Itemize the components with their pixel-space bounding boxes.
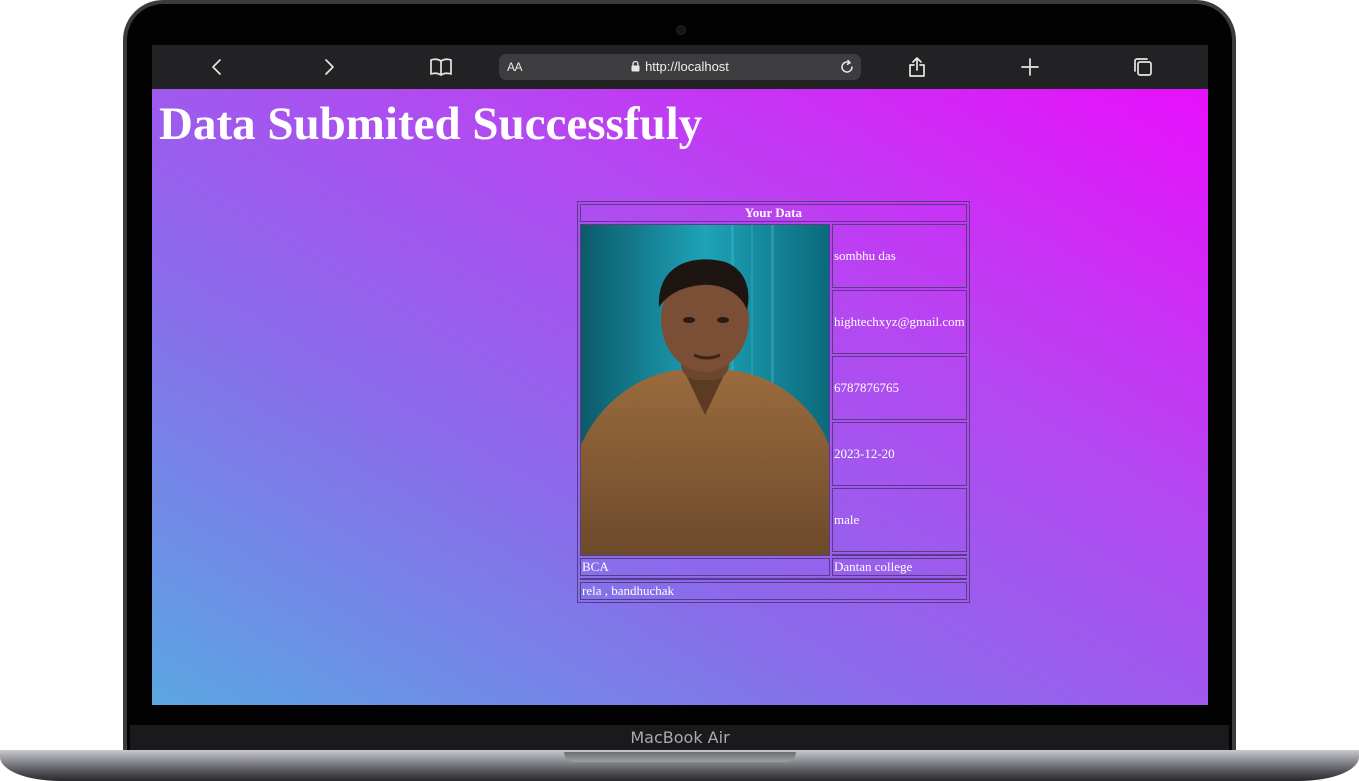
bookmarks-button[interactable] — [419, 45, 463, 89]
table-caption: Your Data — [580, 204, 967, 222]
browser-toolbar: AA http://localhost — [152, 45, 1208, 89]
gender-value: male — [832, 487, 967, 552]
brand-label: MacBook Air — [630, 728, 730, 747]
page-content: Data Submited Successfuly Your Data somb… — [152, 89, 1208, 705]
user-data-table: Your Data sombhu das hightechxyz@gmail.c… — [577, 201, 970, 603]
url-display[interactable]: http://localhost — [499, 59, 861, 74]
tabs-icon — [1134, 58, 1152, 76]
lock-icon — [631, 61, 640, 72]
date-value: 2023-12-20 — [832, 421, 967, 486]
bookmarks-icon — [430, 58, 452, 76]
tabs-overview-button[interactable] — [1121, 45, 1165, 89]
forward-icon — [325, 59, 334, 75]
back-button[interactable] — [195, 45, 239, 89]
url-text: http://localhost — [645, 59, 729, 74]
email-value: hightechxyz@gmail.com — [832, 289, 967, 354]
profile-photo — [581, 225, 829, 555]
new-tab-icon — [1021, 58, 1039, 76]
address-bar[interactable]: AA http://localhost — [499, 54, 861, 80]
camera — [676, 25, 686, 35]
share-icon — [909, 57, 925, 77]
laptop-notch — [564, 752, 796, 762]
new-tab-button[interactable] — [1008, 45, 1052, 89]
reload-icon[interactable] — [839, 59, 855, 75]
empty-cell — [832, 553, 967, 556]
share-button[interactable] — [895, 45, 939, 89]
name-value: sombhu das — [832, 224, 967, 288]
forward-button[interactable] — [307, 45, 351, 89]
page-title: Data Submited Successfuly — [159, 98, 703, 150]
college-value: Dantan college — [832, 558, 967, 576]
phone-value: 6787876765 — [832, 355, 967, 420]
empty-row — [580, 578, 967, 580]
back-icon — [212, 59, 221, 75]
course-value: BCA — [580, 558, 830, 576]
photo-cell — [580, 224, 830, 556]
screen: AA http://localhost Data Submited Succes… — [152, 45, 1208, 705]
address-value: rela , bandhuchak — [580, 582, 967, 600]
